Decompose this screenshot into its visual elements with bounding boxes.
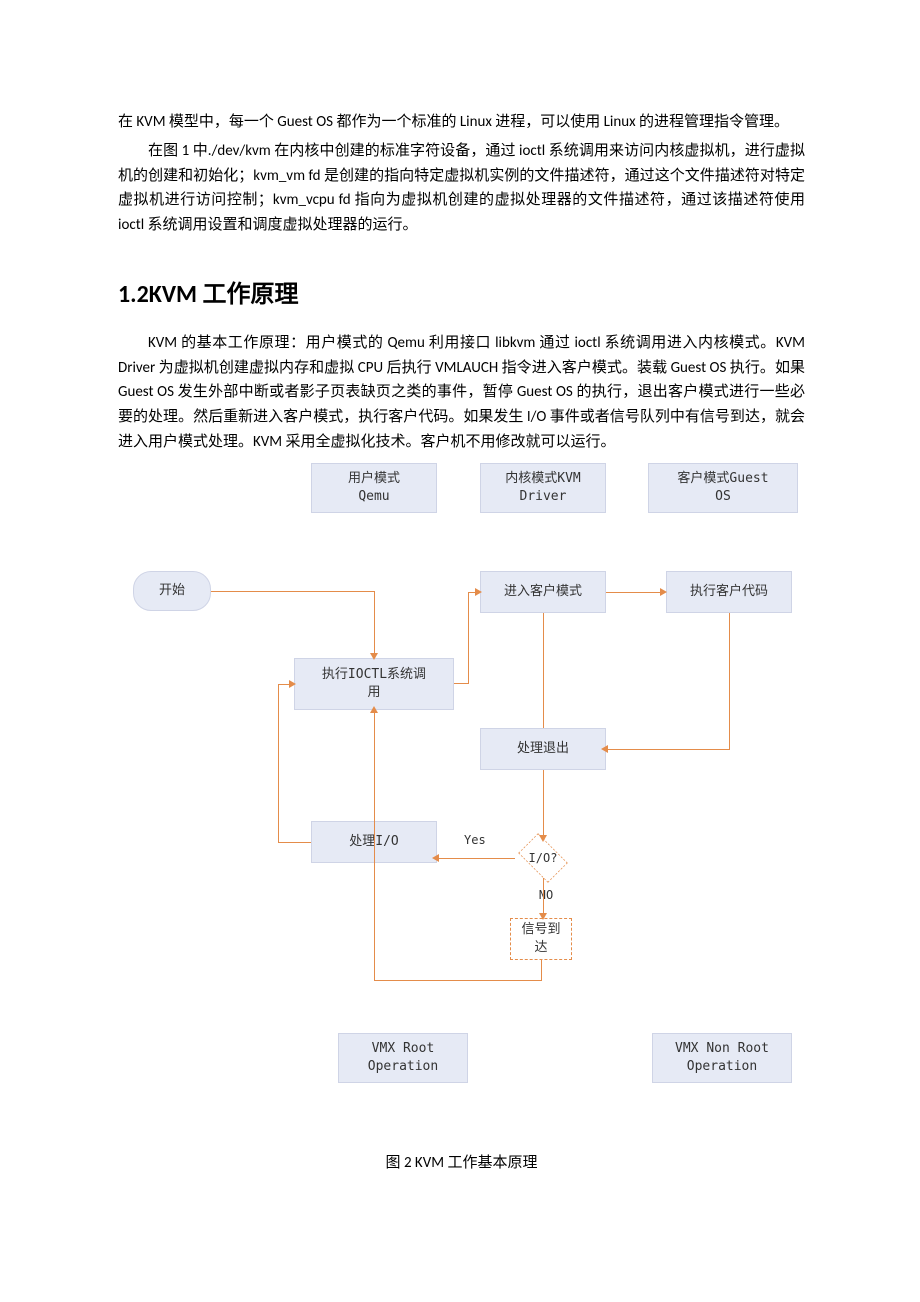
node-handle-exit: 处理退出 — [480, 728, 606, 770]
node-enter-guest: 进入客户模式 — [480, 571, 606, 613]
edge — [211, 591, 374, 592]
edge — [606, 749, 730, 750]
figure-caption: 图 2 KVM 工作基本原理 — [118, 1151, 805, 1172]
arrow-icon — [539, 835, 547, 842]
arrow-icon — [370, 653, 378, 660]
edge — [468, 592, 469, 684]
document-page: 在 KVM 模型中，每一个 Guest OS 都作为一个标准的 Linux 进程… — [0, 0, 920, 1247]
label-no: NO — [536, 888, 556, 902]
edge — [543, 878, 544, 918]
node-vmx-root: VMX RootOperation — [338, 1033, 468, 1083]
edge — [374, 980, 542, 981]
label-yes: Yes — [464, 833, 486, 847]
arrow-icon — [539, 913, 547, 920]
col-header-kvm-driver: 内核模式KVMDriver — [480, 463, 606, 513]
node-ioctl: 执行IOCTL系统调用 — [294, 658, 454, 710]
arrow-icon — [370, 706, 378, 713]
edge — [543, 613, 544, 728]
edge — [543, 770, 544, 838]
node-signal: 信号到达 — [510, 918, 572, 960]
edge — [278, 842, 311, 843]
arrow-icon — [432, 854, 439, 862]
edge — [437, 858, 515, 859]
edge — [454, 683, 468, 684]
intro-paragraph-2: 在图 1 中./dev/kvm 在内核中创建的标准字符设备，通过 ioctl 系… — [118, 139, 805, 238]
arrow-icon — [660, 588, 667, 596]
node-exec-guest: 执行客户代码 — [666, 571, 792, 613]
edge — [541, 960, 542, 980]
edge — [374, 591, 375, 658]
edge — [606, 592, 664, 593]
node-vmx-nonroot: VMX Non RootOperation — [652, 1033, 792, 1083]
intro-paragraph-1: 在 KVM 模型中，每一个 Guest OS 都作为一个标准的 Linux 进程… — [118, 110, 805, 135]
edge — [374, 710, 375, 980]
col-header-guest-os: 客户模式GuestOS — [648, 463, 798, 513]
section-heading: 1.2KVM 工作原理 — [118, 274, 805, 309]
kvm-flowchart: 用户模式Qemu 内核模式KVMDriver 客户模式GuestOS 开始 进入… — [118, 463, 806, 1143]
node-start: 开始 — [133, 571, 211, 611]
arrow-icon — [475, 588, 482, 596]
arrow-icon — [601, 745, 608, 753]
arrow-icon — [289, 680, 296, 688]
edge — [278, 684, 279, 843]
io-decision-label: I/O? — [529, 851, 558, 865]
node-io-decision: I/O? — [513, 838, 573, 878]
section-body: KVM 的基本工作原理：用户模式的 Qemu 利用接口 libkvm 通过 io… — [118, 331, 805, 455]
edge — [729, 613, 730, 749]
col-header-qemu: 用户模式Qemu — [311, 463, 437, 513]
